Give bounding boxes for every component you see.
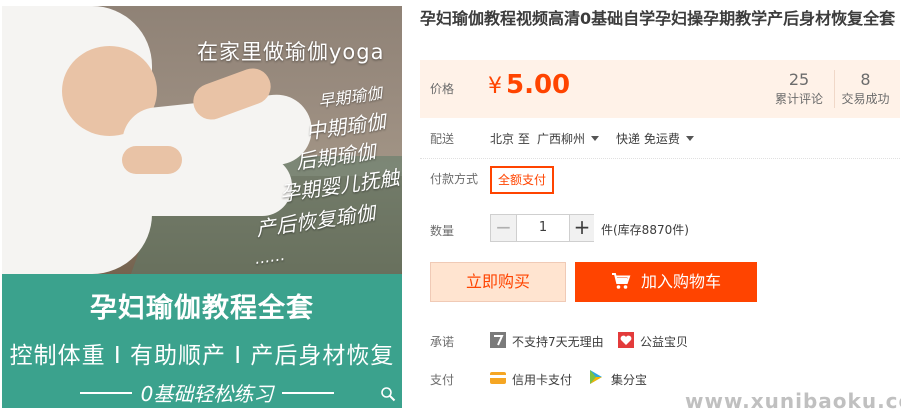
sales-count: 8 交易成功 xyxy=(834,70,896,108)
ship-to-text: 广西柳州 xyxy=(537,132,586,146)
credit-card-icon xyxy=(490,372,506,384)
banner-footer-text: 0基础轻松练习 xyxy=(140,382,274,406)
stock-text: 件(库存8870件) xyxy=(601,223,689,237)
increase-button[interactable]: + xyxy=(569,215,594,241)
price-amount: 5.00 xyxy=(506,70,571,100)
image-caption-top: 在家里做瑜伽yoga xyxy=(197,40,385,64)
chevron-down-icon xyxy=(591,136,600,141)
review-count-value: 25 xyxy=(788,70,810,89)
price-panel: 价格 ¥5.00 25 累计评论 8 交易成功 xyxy=(420,60,900,118)
banner-subtitle: 控制体重 I 有助顺产 I 产后身材恢复 xyxy=(9,343,395,369)
promise-label: 承诺 xyxy=(430,335,455,349)
seven-day-icon xyxy=(490,332,506,348)
ship-method-text: 快递 免运费 xyxy=(616,132,680,146)
ship-from: 北京 至 xyxy=(490,132,530,146)
currency-symbol: ¥ xyxy=(488,74,502,99)
zoom-icon[interactable] xyxy=(380,386,396,402)
full-payment-option[interactable]: 全额支付 xyxy=(490,166,555,194)
decrease-button[interactable]: − xyxy=(491,215,517,241)
review-count[interactable]: 25 累计评论 xyxy=(768,70,830,108)
pay-label: 支付 xyxy=(430,373,455,387)
buy-now-button[interactable]: 立即购买 xyxy=(430,262,566,302)
quantity-label: 数量 xyxy=(430,224,455,238)
price-label: 价格 xyxy=(430,82,455,96)
pay-item-text: 信用卡支付 xyxy=(512,373,573,387)
pay-item-text: 集分宝 xyxy=(611,373,648,387)
sales-count-label: 交易成功 xyxy=(841,92,890,106)
add-to-cart-button[interactable]: 加入购物车 xyxy=(575,262,757,302)
shipping-label: 配送 xyxy=(430,132,455,146)
review-count-label: 累计评论 xyxy=(774,92,823,106)
watermark: www.xunibaoku.com xyxy=(685,389,901,413)
promise-item-text: 不支持7天无理由 xyxy=(512,335,604,349)
banner-title: 孕妇瑜伽教程全套 xyxy=(90,293,314,324)
promise-item-text: 公益宝贝 xyxy=(640,335,689,349)
quantity-stepper: − 1 + xyxy=(490,214,594,242)
product-image[interactable]: 在家里做瑜伽yoga 早期瑜伽 中期瑜伽 后期瑜伽 孕期婴儿抚触 产后恢复瑜伽 … xyxy=(2,6,402,408)
price-value: ¥5.00 xyxy=(488,70,570,100)
add-to-cart-label: 加入购物车 xyxy=(640,272,721,291)
sales-count-value: 8 xyxy=(860,70,871,89)
banner-footer: 0基础轻松练习 xyxy=(2,378,402,406)
cart-icon xyxy=(611,273,631,289)
charity-heart-icon xyxy=(618,332,634,348)
ship-method-select[interactable]: 快递 免运费 xyxy=(616,130,694,147)
product-title: 孕妇瑜伽教程视频高清0基础自学孕妇操孕期教学产后身材恢复全套 xyxy=(420,9,896,28)
divider xyxy=(80,392,132,394)
image-banner: 孕妇瑜伽教程全套 控制体重 I 有助顺产 I 产后身材恢复 0基础轻松练习 xyxy=(2,274,402,408)
ship-to-select[interactable]: 广西柳州 xyxy=(537,130,600,147)
product-photo: 在家里做瑜伽yoga 早期瑜伽 中期瑜伽 后期瑜伽 孕期婴儿抚触 产后恢复瑜伽 … xyxy=(2,6,402,276)
payment-method-label: 付款方式 xyxy=(430,172,479,186)
chevron-down-icon xyxy=(685,136,694,141)
divider xyxy=(420,158,900,159)
quantity-input[interactable]: 1 xyxy=(517,215,569,241)
points-icon xyxy=(590,370,602,384)
divider xyxy=(282,392,334,394)
